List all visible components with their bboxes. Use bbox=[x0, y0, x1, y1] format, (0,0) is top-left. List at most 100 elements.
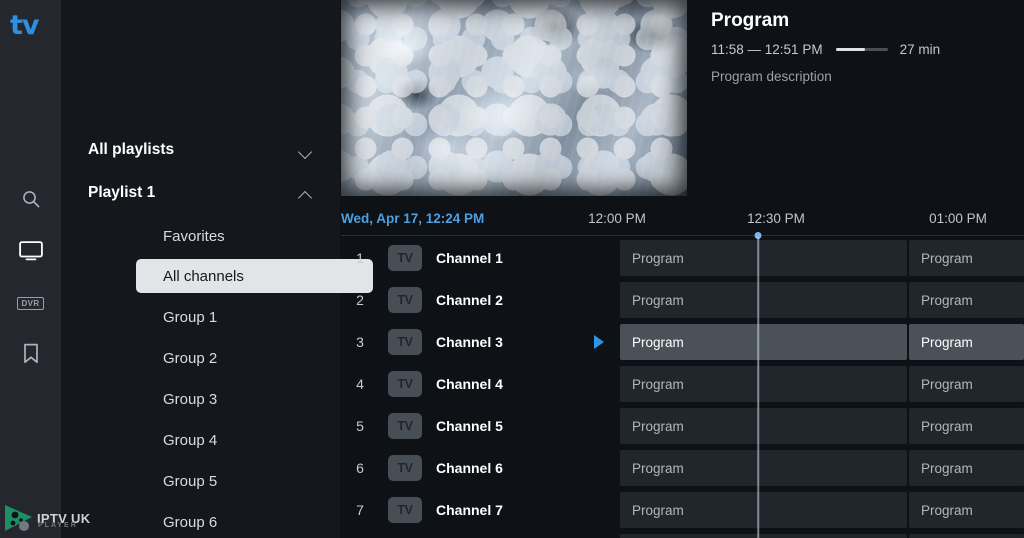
watermark-subtitle: PLAYER bbox=[38, 522, 78, 529]
channel-name: Channel 1 bbox=[436, 237, 503, 278]
table-row[interactable]: 4 TV Channel 4 Program Program bbox=[341, 363, 1024, 404]
program-cell[interactable]: Program bbox=[909, 492, 1024, 528]
playlist-item-label: Group 6 bbox=[163, 514, 217, 531]
program-cell[interactable]: Program bbox=[909, 534, 1024, 538]
timeline-rule bbox=[341, 235, 1024, 236]
play-icon bbox=[594, 335, 604, 349]
channel-number: 8 bbox=[350, 531, 370, 538]
playlist-item-group-6[interactable]: Group 6 bbox=[136, 505, 374, 538]
playlist-item-group-4[interactable]: Group 4 bbox=[136, 423, 374, 457]
tv-icon[interactable] bbox=[0, 229, 61, 273]
playlist-item-group-5[interactable]: Group 5 bbox=[136, 464, 374, 498]
channel-number: 4 bbox=[350, 363, 370, 404]
video-vignette bbox=[341, 0, 687, 196]
channel-name: Channel 4 bbox=[436, 363, 503, 404]
timeline-tick: 01:00 PM bbox=[929, 211, 987, 226]
timeline-tick: 12:00 PM bbox=[588, 211, 646, 226]
channel-logo-icon: TV bbox=[388, 245, 422, 271]
app-logo: tv bbox=[10, 12, 39, 39]
program-description: Program description bbox=[711, 69, 1016, 84]
playlist-panel: All playlists Playlist 1 Favorites All c… bbox=[61, 0, 340, 538]
channel-logo-icon: TV bbox=[388, 455, 422, 481]
program-cell[interactable]: Program bbox=[620, 282, 907, 318]
table-row[interactable]: 7 TV Channel 7 Program Program bbox=[341, 489, 1024, 530]
table-row[interactable]: 1 TV Channel 1 Program Program bbox=[341, 237, 1024, 278]
table-row[interactable]: 6 TV Channel 6 Program Program bbox=[341, 447, 1024, 488]
channel-name: Channel 8 bbox=[436, 531, 503, 538]
program-cell[interactable]: Program bbox=[620, 366, 907, 402]
program-cell[interactable]: Program bbox=[620, 408, 907, 444]
iptv-epg-screen: tv DVR All playlists bbox=[0, 0, 1024, 538]
playlist-item-group-3[interactable]: Group 3 bbox=[136, 382, 374, 416]
program-cell[interactable]: Program bbox=[909, 366, 1024, 402]
table-row[interactable]: 8 TV Channel 8 Program Program bbox=[341, 531, 1024, 538]
playlist-item-label: Favorites bbox=[163, 228, 225, 245]
playlist-item-label: Group 5 bbox=[163, 473, 217, 490]
playlist-item-label: Group 4 bbox=[163, 432, 217, 449]
channel-name: Channel 7 bbox=[436, 489, 503, 530]
channel-number: 6 bbox=[350, 447, 370, 488]
playlist-header-playlist-1[interactable]: Playlist 1 bbox=[88, 176, 313, 210]
program-progress-fill bbox=[836, 48, 866, 51]
channel-name: Channel 5 bbox=[436, 405, 503, 446]
program-details: Program 11:58 — 12:51 PM 27 min Program … bbox=[711, 10, 1016, 84]
watermark-play-icon bbox=[2, 502, 36, 534]
table-row[interactable]: 3 TV Channel 3 Program Program bbox=[341, 321, 1024, 362]
dvr-badge-label: DVR bbox=[17, 297, 43, 310]
timeline-current-date: Wed, Apr 17, 12:24 PM bbox=[341, 211, 484, 226]
playlist-item-label: Group 3 bbox=[163, 391, 217, 408]
channel-logo-icon: TV bbox=[388, 287, 422, 313]
playlist-header-label: Playlist 1 bbox=[88, 184, 155, 202]
playlist-header-label: All playlists bbox=[88, 141, 174, 159]
program-cell[interactable]: Program bbox=[620, 240, 907, 276]
channel-logo-icon: TV bbox=[388, 329, 422, 355]
channel-program-grid[interactable]: 1 TV Channel 1 Program Program 2 TV Chan… bbox=[341, 237, 1024, 538]
playlist-item-label: All channels bbox=[163, 268, 244, 285]
channel-logo-icon: TV bbox=[388, 497, 422, 523]
channel-name: Channel 3 bbox=[436, 321, 503, 362]
video-preview[interactable] bbox=[341, 0, 687, 196]
channel-number: 5 bbox=[350, 405, 370, 446]
timeline-tick: 12:30 PM bbox=[747, 211, 805, 226]
channel-number: 1 bbox=[350, 237, 370, 278]
program-cell[interactable]: Program bbox=[620, 450, 907, 486]
program-meta-row: 11:58 — 12:51 PM 27 min bbox=[711, 42, 1016, 58]
icon-rail: tv DVR bbox=[0, 0, 61, 538]
program-time-range: 11:58 — 12:51 PM bbox=[711, 42, 823, 57]
channel-logo-icon: TV bbox=[388, 413, 422, 439]
program-title: Program bbox=[711, 10, 1016, 33]
playlist-item-label: Group 1 bbox=[163, 309, 217, 326]
program-cell[interactable]: Program bbox=[620, 492, 907, 528]
playlist-item-group-2[interactable]: Group 2 bbox=[136, 341, 374, 375]
playlist-item-group-1[interactable]: Group 1 bbox=[136, 300, 374, 334]
chevron-up-icon bbox=[298, 189, 313, 198]
playlist-item-label: Group 2 bbox=[163, 350, 217, 367]
program-cell[interactable]: Program bbox=[909, 408, 1024, 444]
now-time-line bbox=[757, 237, 759, 538]
bookmark-icon[interactable] bbox=[0, 331, 61, 375]
channel-name: Channel 6 bbox=[436, 447, 503, 488]
channel-number: 7 bbox=[350, 489, 370, 530]
channel-number: 3 bbox=[350, 321, 370, 362]
playlist-header-all-playlists[interactable]: All playlists bbox=[88, 133, 313, 167]
program-progress-bar bbox=[836, 48, 888, 51]
program-duration: 27 min bbox=[900, 42, 941, 57]
program-cell[interactable]: Program bbox=[620, 534, 907, 538]
channel-name: Channel 2 bbox=[436, 279, 503, 320]
table-row[interactable]: 5 TV Channel 5 Program Program bbox=[341, 405, 1024, 446]
timeline-header: Wed, Apr 17, 12:24 PM 12:00 PM 12:30 PM … bbox=[341, 211, 1024, 237]
program-cell[interactable]: Program bbox=[620, 324, 907, 360]
watermark: IPTV UK PLAYER bbox=[2, 498, 122, 538]
dvr-icon[interactable]: DVR bbox=[0, 281, 61, 325]
program-cell[interactable]: Program bbox=[909, 324, 1024, 360]
channel-logo-icon: TV bbox=[388, 371, 422, 397]
program-cell[interactable]: Program bbox=[909, 240, 1024, 276]
program-cell[interactable]: Program bbox=[909, 450, 1024, 486]
table-row[interactable]: 2 TV Channel 2 Program Program bbox=[341, 279, 1024, 320]
playlist-item-all-channels[interactable]: All channels bbox=[136, 259, 373, 293]
program-cell[interactable]: Program bbox=[909, 282, 1024, 318]
channel-number: 2 bbox=[350, 279, 370, 320]
search-icon[interactable] bbox=[0, 177, 61, 221]
playlist-item-favorites[interactable]: Favorites bbox=[136, 219, 374, 253]
chevron-down-icon bbox=[298, 146, 313, 155]
